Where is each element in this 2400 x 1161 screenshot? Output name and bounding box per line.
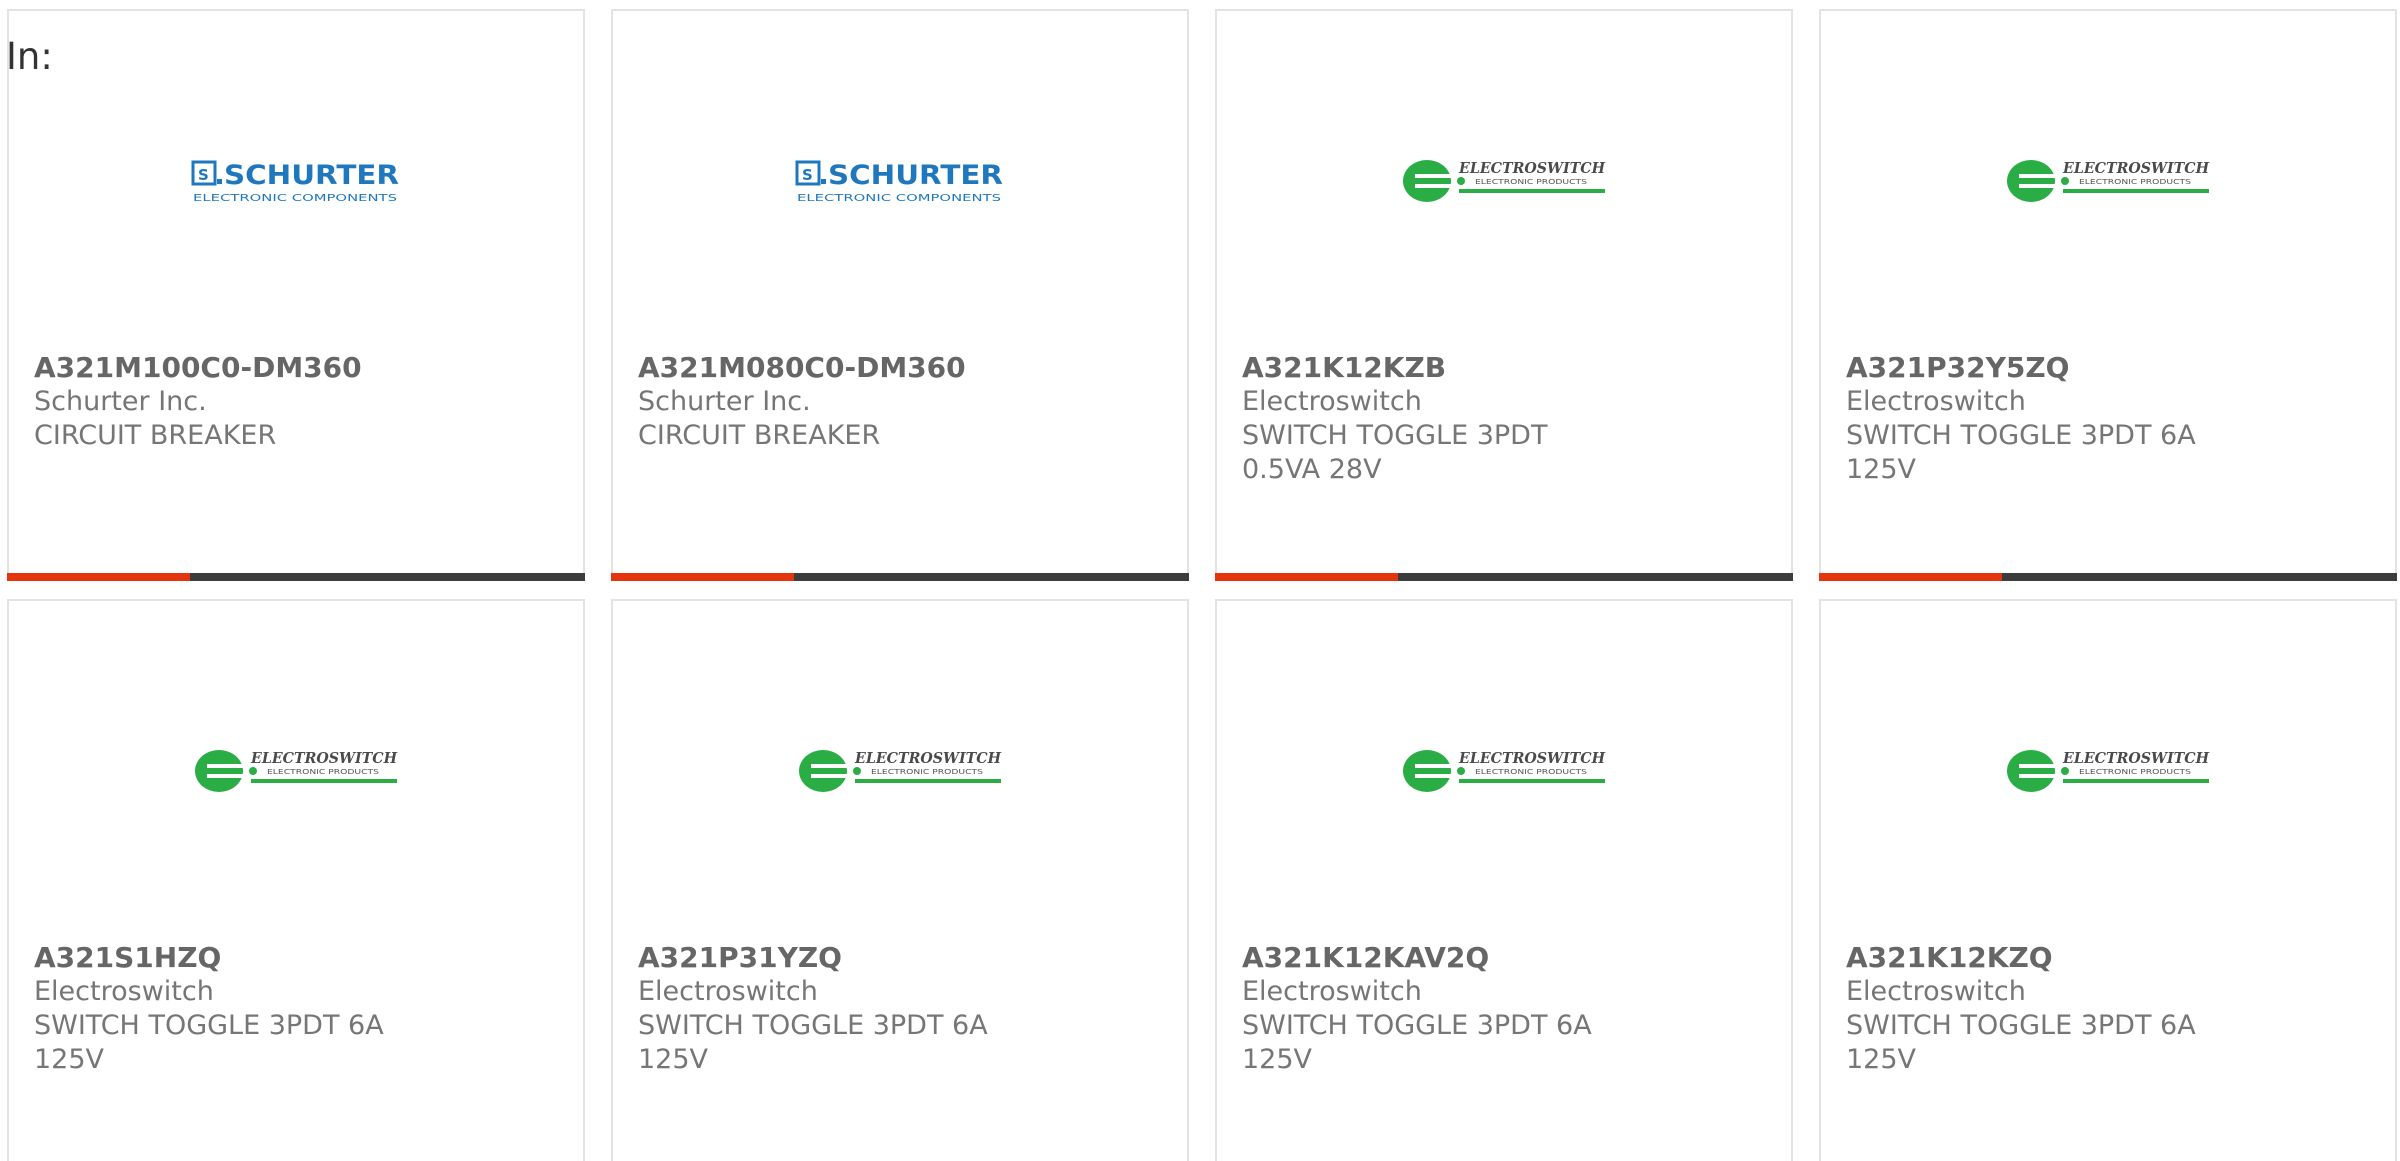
part-number[interactable]: A321K12KZQ (1846, 941, 2235, 975)
in-label: In: (6, 35, 53, 78)
svg-text:SCHURTER: SCHURTER (224, 160, 399, 191)
electroswitch-logo: ELECTROSWITCH ELECTRONIC PRODUCTS (1217, 741, 1791, 801)
svg-text:ELECTRONIC PRODUCTS: ELECTRONIC PRODUCTS (2079, 768, 2192, 776)
schurter-logo: S SCHURTER ELECTRONIC COMPONENTS (9, 151, 583, 211)
product-card[interactable]: ELECTROSWITCH ELECTRONIC PRODUCTS A321S1… (7, 599, 585, 1161)
electroswitch-logo: ELECTROSWITCH ELECTRONIC PRODUCTS (1217, 151, 1791, 211)
svg-text:SCHURTER: SCHURTER (828, 160, 1003, 191)
description: CIRCUIT BREAKER (638, 420, 881, 451)
description: SWITCH TOGGLE 3PDT 6A 125V (1242, 1010, 1592, 1075)
card-accent-bar (7, 573, 585, 581)
svg-text:ELECTROSWITCH: ELECTROSWITCH (2062, 159, 2210, 177)
part-number[interactable]: A321P31YZQ (638, 941, 1027, 975)
description: CIRCUIT BREAKER (34, 420, 277, 451)
electroswitch-logo: ELECTROSWITCH ELECTRONIC PRODUCTS (1821, 741, 2395, 801)
svg-text:ELECTRONIC COMPONENTS: ELECTRONIC COMPONENTS (193, 193, 397, 204)
svg-text:ELECTROSWITCH: ELECTROSWITCH (2062, 749, 2210, 767)
svg-text:ELECTROSWITCH: ELECTROSWITCH (854, 749, 1002, 767)
manufacturer: Electroswitch (638, 976, 818, 1007)
manufacturer: Electroswitch (1846, 386, 2026, 417)
card-accent-bar (1215, 573, 1793, 581)
description: SWITCH TOGGLE 3PDT 6A 125V (1846, 420, 2196, 485)
electroswitch-logo: ELECTROSWITCH ELECTRONIC PRODUCTS (613, 741, 1187, 801)
description: SWITCH TOGGLE 3PDT 6A 125V (638, 1010, 988, 1075)
description: SWITCH TOGGLE 3PDT 6A 125V (34, 1010, 384, 1075)
electroswitch-logo: ELECTROSWITCH ELECTRONIC PRODUCTS (9, 741, 583, 801)
manufacturer: Electroswitch (34, 976, 214, 1007)
svg-text:ELECTROSWITCH: ELECTROSWITCH (1458, 159, 1606, 177)
svg-text:ELECTRONIC COMPONENTS: ELECTRONIC COMPONENTS (797, 193, 1001, 204)
svg-text:ELECTRONIC PRODUCTS: ELECTRONIC PRODUCTS (2079, 178, 2192, 186)
product-grid-page: In: S SCHURTER ELECTRONIC COMPONENTS A32… (0, 0, 2400, 1161)
manufacturer: Schurter Inc. (638, 386, 811, 417)
svg-text:ELECTROSWITCH: ELECTROSWITCH (1458, 749, 1606, 767)
manufacturer: Electroswitch (1846, 976, 2026, 1007)
svg-text:ELECTRONIC PRODUCTS: ELECTRONIC PRODUCTS (1475, 178, 1588, 186)
part-number[interactable]: A321S1HZQ (34, 941, 423, 975)
svg-text:ELECTRONIC PRODUCTS: ELECTRONIC PRODUCTS (871, 768, 984, 776)
description: SWITCH TOGGLE 3PDT 6A 125V (1846, 1010, 2196, 1075)
part-number[interactable]: A321M100C0-DM360 (34, 351, 423, 385)
product-card[interactable]: ELECTROSWITCH ELECTRONIC PRODUCTS A321K1… (1819, 599, 2397, 1161)
manufacturer: Schurter Inc. (34, 386, 207, 417)
part-number[interactable]: A321K12KZB (1242, 351, 1631, 385)
svg-text:ELECTRONIC PRODUCTS: ELECTRONIC PRODUCTS (1475, 768, 1588, 776)
svg-text:S: S (198, 166, 209, 184)
part-number[interactable]: A321M080C0-DM360 (638, 351, 1027, 385)
product-card[interactable]: ELECTROSWITCH ELECTRONIC PRODUCTS A321K1… (1215, 9, 1793, 581)
schurter-logo: S SCHURTER ELECTRONIC COMPONENTS (613, 151, 1187, 211)
product-card[interactable]: ELECTROSWITCH ELECTRONIC PRODUCTS A321P3… (611, 599, 1189, 1161)
part-number[interactable]: A321P32Y5ZQ (1846, 351, 2235, 385)
description: SWITCH TOGGLE 3PDT 0.5VA 28V (1242, 420, 1548, 485)
manufacturer: Electroswitch (1242, 386, 1422, 417)
part-number[interactable]: A321K12KAV2Q (1242, 941, 1631, 975)
product-card[interactable]: S SCHURTER ELECTRONIC COMPONENTS A321M08… (611, 9, 1189, 581)
product-card[interactable]: S SCHURTER ELECTRONIC COMPONENTS A321M10… (7, 9, 585, 581)
manufacturer: Electroswitch (1242, 976, 1422, 1007)
product-card[interactable]: ELECTROSWITCH ELECTRONIC PRODUCTS A321K1… (1215, 599, 1793, 1161)
card-accent-bar (1819, 573, 2397, 581)
svg-text:S: S (802, 166, 813, 184)
card-accent-bar (611, 573, 1189, 581)
svg-text:ELECTRONIC PRODUCTS: ELECTRONIC PRODUCTS (267, 768, 380, 776)
electroswitch-logo: ELECTROSWITCH ELECTRONIC PRODUCTS (1821, 151, 2395, 211)
product-card[interactable]: ELECTROSWITCH ELECTRONIC PRODUCTS A321P3… (1819, 9, 2397, 581)
svg-text:ELECTROSWITCH: ELECTROSWITCH (250, 749, 398, 767)
